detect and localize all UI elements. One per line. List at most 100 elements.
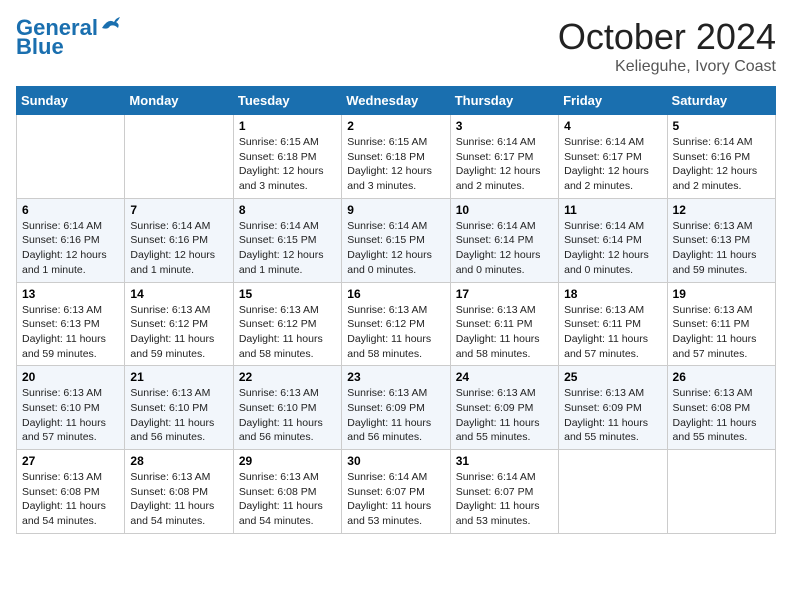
calendar-cell: 27Sunrise: 6:13 AM Sunset: 6:08 PM Dayli… xyxy=(17,450,125,534)
day-of-week-header: Tuesday xyxy=(233,87,341,115)
calendar-cell: 31 Sunrise: 6:14 AM Sunset: 6:07 PM Dayli… xyxy=(450,450,558,534)
day-info: Sunrise: 6:14 AM Sunset: 6:15 PM Dayligh… xyxy=(347,219,444,278)
calendar-cell: 28 Sunrise: 6:13 AM Sunset: 6:08 PM Dayli… xyxy=(125,450,233,534)
day-info: Sunrise: 6:13 AM Sunset: 6:12 PM Dayligh… xyxy=(239,303,336,362)
day-info: Sunrise: 6:13 AM Sunset: 6:10 PM Dayligh… xyxy=(239,386,336,445)
calendar-cell: 5 Sunrise: 6:14 AM Sunset: 6:16 PM Daylig… xyxy=(667,115,775,199)
day-info: Sunrise: 6:13 AM Sunset: 6:10 PM Dayligh… xyxy=(22,386,119,445)
day-number: 20 xyxy=(22,370,119,384)
day-info: Sunrise: 6:13 AM Sunset: 6:10 PM Dayligh… xyxy=(130,386,227,445)
calendar-cell: 25 Sunrise: 6:13 AM Sunset: 6:09 PM Dayli… xyxy=(559,366,667,450)
calendar-cell: 3Sunrise: 6:14 AM Sunset: 6:17 PM Daylig… xyxy=(450,115,558,199)
day-info: Sunrise: 6:14 AM Sunset: 6:07 PM Dayligh… xyxy=(456,470,553,529)
day-of-week-header: Wednesday xyxy=(342,87,450,115)
day-number: 19 xyxy=(673,287,770,301)
day-info: Sunrise: 6:15 AM Sunset: 6:18 PM Dayligh… xyxy=(239,135,336,194)
day-of-week-header: Friday xyxy=(559,87,667,115)
day-info: Sunrise: 6:15 AM Sunset: 6:18 PM Dayligh… xyxy=(347,135,444,194)
calendar-cell: 21 Sunrise: 6:13 AM Sunset: 6:10 PM Dayli… xyxy=(125,366,233,450)
day-of-week-header: Sunday xyxy=(17,87,125,115)
day-info: Sunrise: 6:13 AM Sunset: 6:09 PM Dayligh… xyxy=(564,386,661,445)
day-info: Sunrise: 6:14 AM Sunset: 6:16 PM Dayligh… xyxy=(22,219,119,278)
calendar-cell: 26 Sunrise: 6:13 AM Sunset: 6:08 PM Dayli… xyxy=(667,366,775,450)
day-number: 7 xyxy=(130,203,227,217)
logo: General Blue xyxy=(16,16,122,58)
calendar-header-row: SundayMondayTuesdayWednesdayThursdayFrid… xyxy=(17,87,776,115)
day-info: Sunrise: 6:14 AM Sunset: 6:14 PM Dayligh… xyxy=(564,219,661,278)
calendar-cell: 13 Sunrise: 6:13 AM Sunset: 6:13 PM Dayli… xyxy=(17,282,125,366)
calendar-week-row: 20 Sunrise: 6:13 AM Sunset: 6:10 PM Dayli… xyxy=(17,366,776,450)
day-number: 24 xyxy=(456,370,553,384)
day-number: 31 xyxy=(456,454,553,468)
calendar-table: SundayMondayTuesdayWednesdayThursdayFrid… xyxy=(16,86,776,534)
day-info: Sunrise: 6:13 AM Sunset: 6:08 PM Dayligh… xyxy=(22,470,119,529)
day-info: Sunrise: 6:14 AM Sunset: 6:17 PM Dayligh… xyxy=(564,135,661,194)
calendar-cell: 22 Sunrise: 6:13 AM Sunset: 6:10 PM Dayli… xyxy=(233,366,341,450)
day-info: Sunrise: 6:13 AM Sunset: 6:13 PM Dayligh… xyxy=(673,219,770,278)
calendar-cell: 23 Sunrise: 6:13 AM Sunset: 6:09 PM Dayli… xyxy=(342,366,450,450)
day-number: 2 xyxy=(347,119,444,133)
day-info: Sunrise: 6:14 AM Sunset: 6:07 PM Dayligh… xyxy=(347,470,444,529)
day-number: 6 xyxy=(22,203,119,217)
day-number: 15 xyxy=(239,287,336,301)
calendar-cell: 12 Sunrise: 6:13 AM Sunset: 6:13 PM Dayli… xyxy=(667,198,775,282)
day-number: 5 xyxy=(673,119,770,133)
day-number: 21 xyxy=(130,370,227,384)
day-number: 25 xyxy=(564,370,661,384)
calendar-cell: 11 Sunrise: 6:14 AM Sunset: 6:14 PM Dayli… xyxy=(559,198,667,282)
calendar-week-row: 27Sunrise: 6:13 AM Sunset: 6:08 PM Dayli… xyxy=(17,450,776,534)
day-number: 14 xyxy=(130,287,227,301)
day-number: 4 xyxy=(564,119,661,133)
day-info: Sunrise: 6:13 AM Sunset: 6:08 PM Dayligh… xyxy=(673,386,770,445)
logo-bird-icon xyxy=(100,16,122,34)
calendar-cell: 24 Sunrise: 6:13 AM Sunset: 6:09 PM Dayli… xyxy=(450,366,558,450)
day-number: 17 xyxy=(456,287,553,301)
calendar-cell: 30 Sunrise: 6:14 AM Sunset: 6:07 PM Dayli… xyxy=(342,450,450,534)
day-number: 30 xyxy=(347,454,444,468)
day-info: Sunrise: 6:13 AM Sunset: 6:08 PM Dayligh… xyxy=(130,470,227,529)
day-number: 29 xyxy=(239,454,336,468)
calendar-cell: 29 Sunrise: 6:13 AM Sunset: 6:08 PM Dayli… xyxy=(233,450,341,534)
day-info: Sunrise: 6:14 AM Sunset: 6:16 PM Dayligh… xyxy=(673,135,770,194)
day-number: 12 xyxy=(673,203,770,217)
month-title: October 2024 xyxy=(558,16,776,58)
calendar-cell: 18Sunrise: 6:13 AM Sunset: 6:11 PM Dayli… xyxy=(559,282,667,366)
day-number: 1 xyxy=(239,119,336,133)
day-number: 11 xyxy=(564,203,661,217)
calendar-cell: 16Sunrise: 6:13 AM Sunset: 6:12 PM Dayli… xyxy=(342,282,450,366)
day-info: Sunrise: 6:13 AM Sunset: 6:12 PM Dayligh… xyxy=(130,303,227,362)
day-number: 22 xyxy=(239,370,336,384)
calendar-cell: 7 Sunrise: 6:14 AM Sunset: 6:16 PM Daylig… xyxy=(125,198,233,282)
day-number: 16 xyxy=(347,287,444,301)
calendar-cell: 6 Sunrise: 6:14 AM Sunset: 6:16 PM Daylig… xyxy=(17,198,125,282)
day-number: 28 xyxy=(130,454,227,468)
calendar-cell: 17Sunrise: 6:13 AM Sunset: 6:11 PM Dayli… xyxy=(450,282,558,366)
calendar-week-row: 6 Sunrise: 6:14 AM Sunset: 6:16 PM Daylig… xyxy=(17,198,776,282)
calendar-cell: 20 Sunrise: 6:13 AM Sunset: 6:10 PM Dayli… xyxy=(17,366,125,450)
day-info: Sunrise: 6:13 AM Sunset: 6:09 PM Dayligh… xyxy=(456,386,553,445)
day-info: Sunrise: 6:14 AM Sunset: 6:16 PM Dayligh… xyxy=(130,219,227,278)
calendar-cell: 14 Sunrise: 6:13 AM Sunset: 6:12 PM Dayli… xyxy=(125,282,233,366)
day-info: Sunrise: 6:13 AM Sunset: 6:08 PM Dayligh… xyxy=(239,470,336,529)
page-header: General Blue October 2024 Kelieguhe, Ivo… xyxy=(16,16,776,76)
day-info: Sunrise: 6:14 AM Sunset: 6:17 PM Dayligh… xyxy=(456,135,553,194)
calendar-cell: 8Sunrise: 6:14 AM Sunset: 6:15 PM Daylig… xyxy=(233,198,341,282)
day-info: Sunrise: 6:13 AM Sunset: 6:13 PM Dayligh… xyxy=(22,303,119,362)
calendar-cell: 10 Sunrise: 6:14 AM Sunset: 6:14 PM Dayli… xyxy=(450,198,558,282)
day-number: 13 xyxy=(22,287,119,301)
calendar-week-row: 1 Sunrise: 6:15 AM Sunset: 6:18 PM Daylig… xyxy=(17,115,776,199)
day-info: Sunrise: 6:13 AM Sunset: 6:11 PM Dayligh… xyxy=(673,303,770,362)
calendar-cell xyxy=(125,115,233,199)
day-number: 10 xyxy=(456,203,553,217)
day-info: Sunrise: 6:13 AM Sunset: 6:09 PM Dayligh… xyxy=(347,386,444,445)
day-info: Sunrise: 6:13 AM Sunset: 6:11 PM Dayligh… xyxy=(564,303,661,362)
day-of-week-header: Saturday xyxy=(667,87,775,115)
day-number: 26 xyxy=(673,370,770,384)
calendar-cell: 9Sunrise: 6:14 AM Sunset: 6:15 PM Daylig… xyxy=(342,198,450,282)
day-info: Sunrise: 6:14 AM Sunset: 6:14 PM Dayligh… xyxy=(456,219,553,278)
day-number: 23 xyxy=(347,370,444,384)
title-block: October 2024 Kelieguhe, Ivory Coast xyxy=(558,16,776,76)
calendar-cell: 15 Sunrise: 6:13 AM Sunset: 6:12 PM Dayli… xyxy=(233,282,341,366)
day-number: 8 xyxy=(239,203,336,217)
logo-text-blue: Blue xyxy=(16,36,64,58)
